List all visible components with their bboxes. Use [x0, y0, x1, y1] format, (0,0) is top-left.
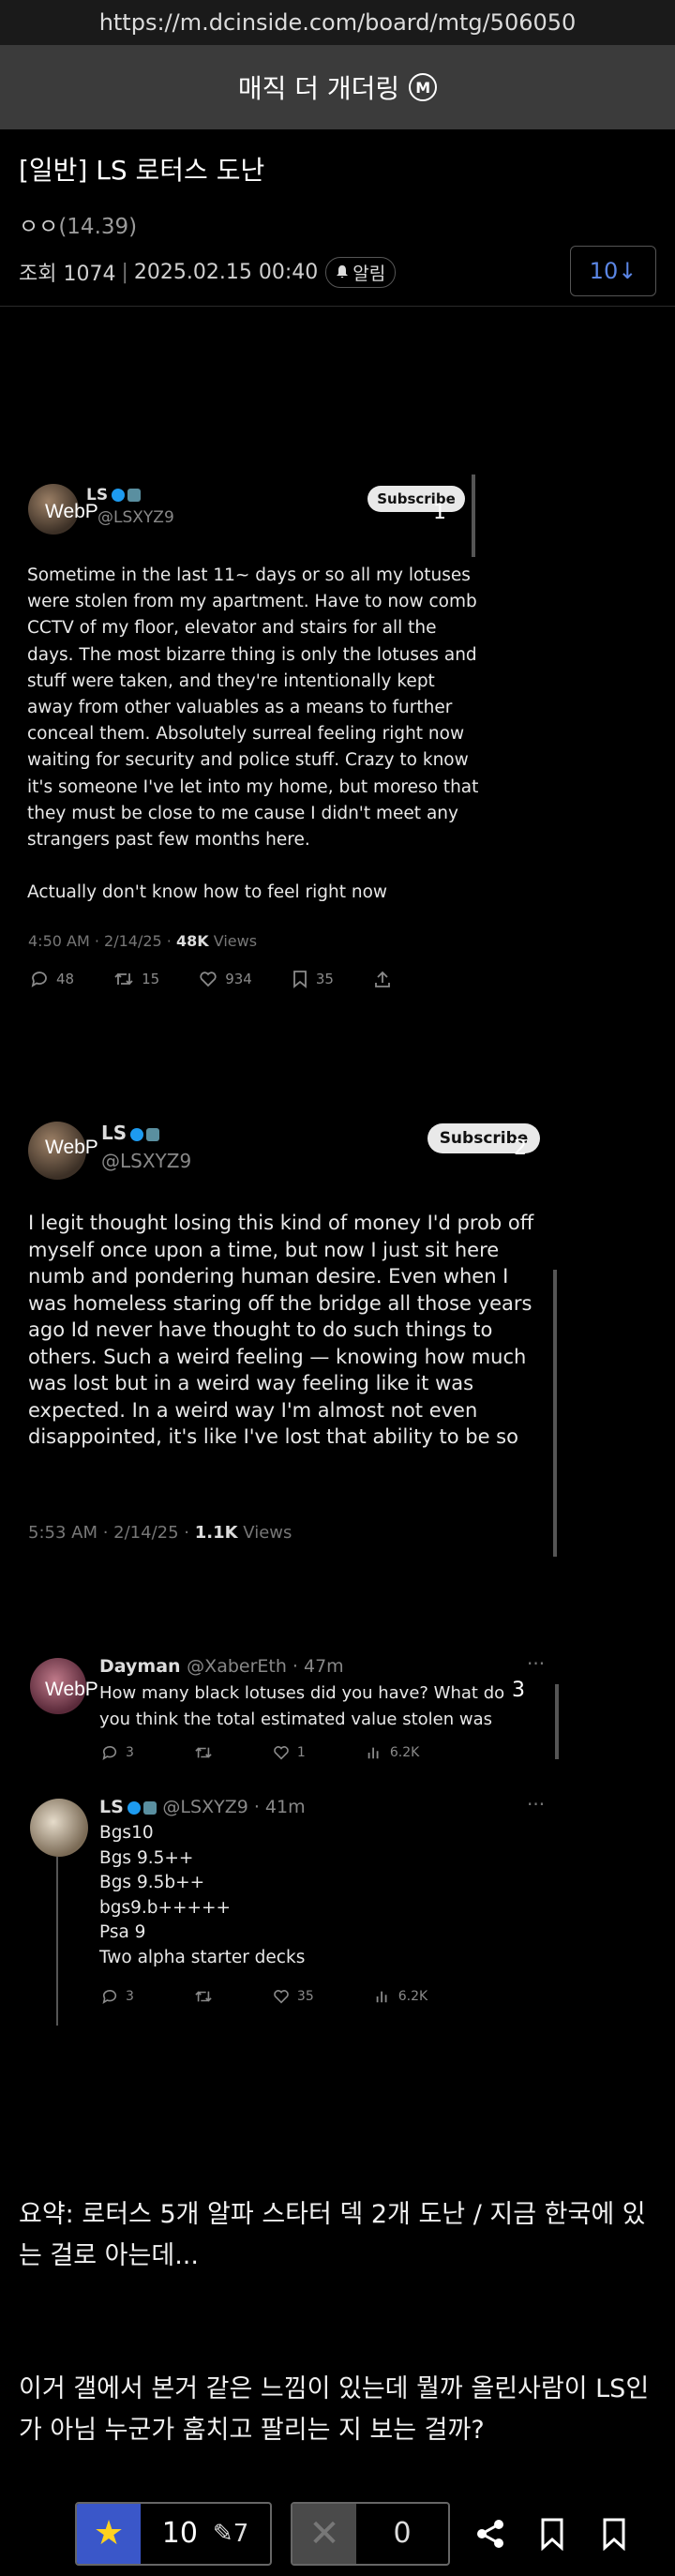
image-index: 1 [433, 501, 446, 524]
verified-icon [112, 489, 126, 502]
image-index: 3 [512, 1679, 525, 1702]
like-action[interactable]: 934 [199, 970, 252, 988]
bell-icon [337, 265, 349, 279]
bookmark-action[interactable]: 35 [292, 970, 334, 988]
heart-icon [200, 972, 217, 987]
webp-label: WebP [45, 1679, 98, 1700]
post-summary: 요약: 로터스 5개 알파 스타터 덱 2개 도난 / 지금 한국에 있는 걸로… [19, 2200, 646, 2270]
author-name: ㅇㅇ [19, 215, 59, 239]
reply-action[interactable]: 3 [101, 1744, 134, 1761]
url-bar[interactable]: https://m.dcinside.com/board/mtg/506050 [0, 0, 675, 45]
views-action: 6.2K [374, 1988, 428, 2005]
alarm-button[interactable]: 알림 [325, 256, 397, 288]
avatar [30, 1799, 88, 1857]
gallery-name: 매직 더 개더링 [237, 73, 400, 104]
comment-icon [31, 972, 47, 987]
tweet-timestamp: 4:50 AM · 2/14/25 · 48K Views [28, 932, 258, 950]
retweet-action[interactable]: 15 [113, 970, 159, 988]
post-body-text: 이거 갤에서 본거 같은 느낌이 있는데 뭘까 올린사람이 LS인가 아님 누군… [19, 2374, 650, 2445]
tweet-actions: 48 15 934 35 [30, 970, 392, 988]
tweet-text: Sometime in the last 11~ days or so all … [27, 565, 479, 903]
retweet-action[interactable] [194, 1988, 213, 2005]
answer-author-name: LS @LSXYZ9 · 41m [99, 1797, 306, 1817]
like-action[interactable]: 35 [273, 1988, 314, 2005]
subscribe-button[interactable]: Subscribe [368, 486, 465, 512]
share-icon[interactable] [469, 2512, 512, 2555]
thread-line [555, 1684, 559, 1759]
verified-icon [130, 1127, 144, 1141]
thread-line [553, 1270, 557, 1557]
bottom-action-bar: ★ 10 ✎7 ✕ 0 [0, 2491, 675, 2576]
meta-separator: | [121, 260, 128, 284]
star-icon: ★ [77, 2503, 141, 2564]
affiliate-icon [128, 489, 142, 502]
reply-text: How many black lotuses did you have? Wha… [99, 1683, 505, 1729]
affiliate-icon [142, 1800, 157, 1815]
more-icon[interactable]: ··· [527, 1652, 545, 1675]
bar-chart-icon [376, 1991, 387, 2003]
not-recommend-count: 0 [393, 2517, 412, 2550]
gallery-header[interactable]: 매직 더 개더링 M [0, 45, 675, 129]
tweet-author-name: LS [86, 486, 142, 505]
like-action[interactable]: 1 [273, 1744, 306, 1761]
recommend-count: 10 [161, 2517, 198, 2550]
retweet-action[interactable] [194, 1744, 213, 1761]
tweet-handle: @LSXYZ9 [98, 508, 174, 527]
reply-action[interactable]: 48 [30, 970, 74, 988]
share-action[interactable] [373, 970, 392, 988]
minor-gallery-badge: M [409, 73, 438, 101]
tweet-handle: @LSXYZ9 [101, 1150, 192, 1172]
alarm-label: 알림 [352, 263, 386, 284]
post-title: [일반] LS 로터스 도난 [19, 155, 265, 186]
thread-line [472, 475, 475, 557]
thread-line [56, 1857, 58, 2026]
tweet-timestamp: 5:53 AM · 2/14/25 · 1.1K Views [28, 1523, 292, 1543]
fixed-recommend-icon: ✎ [212, 2519, 233, 2548]
more-icon[interactable]: ··· [527, 1793, 545, 1815]
post-author[interactable]: ㅇㅇ(14.39) [19, 208, 656, 240]
post-date: 2025.02.15 00:40 [133, 260, 319, 284]
comment-icon [102, 1989, 117, 2005]
heart-icon [274, 1746, 289, 1760]
answer-text: Bgs10 Bgs 9.5++ Bgs 9.5b++ bgs9.b+++++ P… [99, 1823, 306, 1967]
verified-icon [127, 1800, 141, 1815]
author-ip: (14.39) [58, 215, 138, 239]
scrap-icon[interactable] [592, 2512, 636, 2555]
reply-actions: 3 1 6.2K [101, 1744, 419, 1761]
share-icon [375, 971, 390, 987]
comment-icon [102, 1745, 117, 1761]
not-recommend-button[interactable]: ✕ 0 [291, 2501, 450, 2566]
header-divider [0, 306, 675, 307]
comment-jump-button[interactable]: 10↓ [570, 246, 656, 296]
x-icon: ✕ [292, 2503, 356, 2564]
webp-label: WebP [45, 1137, 98, 1158]
post-meta: 조회 1074 | 2025.02.15 00:40 알림 [19, 253, 656, 291]
answer-actions: 3 35 6.2K [101, 1988, 428, 2005]
retweet-icon [195, 1747, 212, 1758]
views-action: 6.2K [366, 1744, 419, 1761]
bar-chart-icon [368, 1747, 379, 1759]
tweet-text: I legit thought losing this kind of mone… [28, 1212, 534, 1448]
retweet-icon [114, 972, 133, 986]
affiliate-icon [146, 1127, 160, 1141]
view-count: 조회 1074 [19, 263, 116, 286]
reply-author-name: Dayman @XaberEth · 47m [99, 1656, 344, 1677]
reply-action[interactable]: 3 [101, 1988, 134, 2005]
heart-icon [274, 1990, 289, 2004]
bookmark-icon [292, 971, 307, 988]
image-index: 2 [514, 1137, 527, 1160]
bookmark-icon[interactable] [531, 2512, 574, 2555]
url-text: https://m.dcinside.com/board/mtg/506050 [98, 9, 577, 36]
retweet-icon [195, 1991, 212, 2002]
tweet-author-name: LS [101, 1122, 160, 1144]
fixed-recommend: ✎7 [212, 2519, 249, 2548]
recommend-button[interactable]: ★ 10 ✎7 [75, 2501, 272, 2566]
